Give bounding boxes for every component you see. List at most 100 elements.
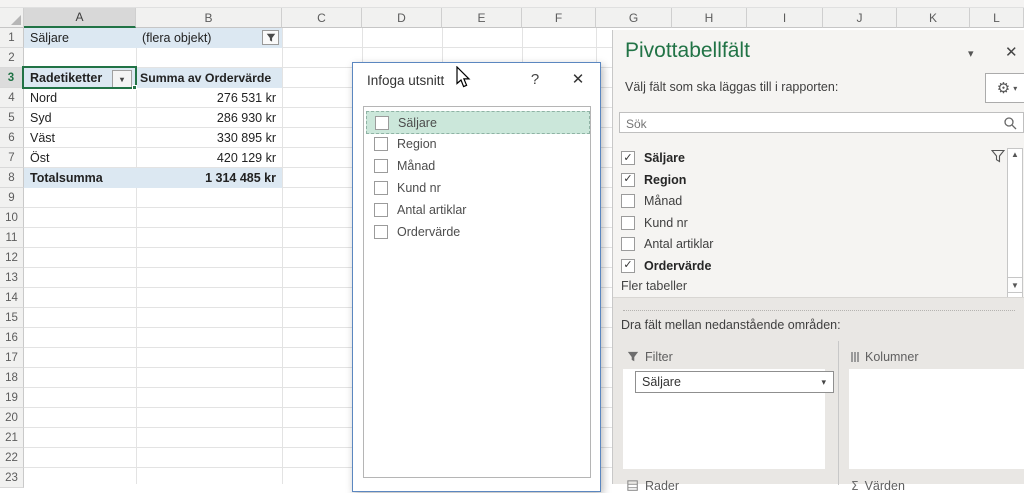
- pivot-row-label[interactable]: Nord: [24, 88, 136, 108]
- pivot-row-label[interactable]: Syd: [24, 108, 136, 128]
- column-header-b[interactable]: B: [136, 8, 282, 28]
- chevron-down-icon[interactable]: ▾: [968, 47, 974, 60]
- column-header-c[interactable]: C: [282, 8, 362, 28]
- pivot-row-label[interactable]: Öst: [24, 148, 136, 168]
- more-tables-link[interactable]: Fler tabeller: [621, 279, 687, 293]
- areas-section: Dra fält mellan nedanstående områden: Fi…: [613, 297, 1024, 484]
- row-header-4[interactable]: 4: [0, 88, 24, 108]
- row-header-9[interactable]: 9: [0, 188, 24, 208]
- column-header-d[interactable]: D: [362, 8, 442, 28]
- gridline: [282, 28, 283, 484]
- field-ordervärde[interactable]: ✓Ordervärde: [621, 256, 981, 276]
- checkbox-checked[interactable]: ✓: [621, 151, 635, 165]
- row-header-6[interactable]: 6: [0, 128, 24, 148]
- pivottable-fields-pane: Pivottabellfält ▾ ✕ Välj fält som ska lä…: [612, 30, 1024, 484]
- cell-b3-value-header[interactable]: Summa av Ordervärde: [136, 68, 282, 88]
- row-header-7[interactable]: 7: [0, 148, 24, 168]
- field-antal-artiklar[interactable]: Antal artiklar: [621, 234, 981, 254]
- slicer-field-kund-nr[interactable]: Kund nr: [366, 177, 588, 198]
- checkbox-unchecked[interactable]: [621, 237, 635, 251]
- column-header-i[interactable]: I: [747, 8, 823, 28]
- mouse-cursor: [455, 66, 473, 90]
- scroll-down-icon[interactable]: ▼: [1007, 277, 1023, 293]
- column-header-j[interactable]: J: [823, 8, 897, 28]
- checkbox-unchecked[interactable]: [374, 159, 388, 173]
- row-header-19[interactable]: 19: [0, 388, 24, 408]
- tools-button[interactable]: ⚙ ▾: [985, 73, 1024, 103]
- cell-a8-total-label[interactable]: Totalsumma: [24, 168, 136, 188]
- column-header-h[interactable]: H: [672, 8, 747, 28]
- close-icon[interactable]: ✕: [1005, 43, 1018, 61]
- row-header-14[interactable]: 14: [0, 288, 24, 308]
- row-header-2[interactable]: 2: [0, 48, 24, 68]
- checkbox-checked[interactable]: ✓: [621, 259, 635, 273]
- column-header-g[interactable]: G: [596, 8, 672, 28]
- checkbox-checked[interactable]: ✓: [621, 173, 635, 187]
- slicer-field-månad[interactable]: Månad: [366, 155, 588, 176]
- column-header-e[interactable]: E: [442, 8, 522, 28]
- help-button[interactable]: ?: [525, 71, 545, 88]
- cell-a1-filter-field[interactable]: Säljare: [24, 28, 136, 48]
- pivot-row-value[interactable]: 276 531 kr: [136, 88, 282, 108]
- row-header-22[interactable]: 22: [0, 448, 24, 468]
- checkbox-unchecked[interactable]: [621, 194, 635, 208]
- row-header-5[interactable]: 5: [0, 108, 24, 128]
- filter-area-dropzone[interactable]: Säljare ▾: [623, 369, 825, 469]
- search-input[interactable]: [624, 114, 998, 133]
- column-header-a[interactable]: A: [24, 8, 136, 28]
- checkbox-unchecked[interactable]: [374, 203, 388, 217]
- slicer-field-label: Månad: [397, 159, 435, 173]
- column-header-f[interactable]: F: [522, 8, 596, 28]
- chevron-down-icon: ▾: [1013, 84, 1017, 93]
- select-all-corner[interactable]: [0, 8, 24, 28]
- row-header-13[interactable]: 13: [0, 268, 24, 288]
- slicer-field-säljare[interactable]: Säljare: [366, 111, 590, 134]
- row-header-18[interactable]: 18: [0, 368, 24, 388]
- dotted-separator[interactable]: [623, 310, 1015, 311]
- pivot-row-value[interactable]: 330 895 kr: [136, 128, 282, 148]
- row-header-12[interactable]: 12: [0, 248, 24, 268]
- pivot-row-label[interactable]: Väst: [24, 128, 136, 148]
- cell-b1-filter-value[interactable]: (flera objekt): [136, 28, 282, 48]
- row-header-16[interactable]: 16: [0, 328, 24, 348]
- column-header-k[interactable]: K: [897, 8, 970, 28]
- row-header-15[interactable]: 15: [0, 308, 24, 328]
- scroll-up-icon[interactable]: ▲: [1009, 150, 1021, 159]
- row-header-8[interactable]: 8: [0, 168, 24, 188]
- row-header-21[interactable]: 21: [0, 428, 24, 448]
- cell-b8-total-value[interactable]: 1 314 485 kr: [136, 168, 282, 188]
- checkbox-unchecked[interactable]: [375, 116, 389, 130]
- slicer-field-region[interactable]: Region: [366, 133, 588, 154]
- slicer-field-antal-artiklar[interactable]: Antal artiklar: [366, 199, 588, 220]
- rows-area-label: Rader: [627, 479, 679, 493]
- pivot-row-value[interactable]: 286 930 kr: [136, 108, 282, 128]
- columns-area-dropzone[interactable]: [849, 369, 1024, 469]
- search-icon: [1003, 116, 1017, 130]
- field-kund-nr[interactable]: Kund nr: [621, 213, 981, 233]
- fill-handle[interactable]: [132, 85, 137, 90]
- row-header-17[interactable]: 17: [0, 348, 24, 368]
- field-filter-funnel-icon[interactable]: [991, 149, 1005, 163]
- close-icon[interactable]: ✕: [567, 70, 589, 88]
- checkbox-unchecked[interactable]: [621, 216, 635, 230]
- row-header-11[interactable]: 11: [0, 228, 24, 248]
- checkbox-unchecked[interactable]: [374, 181, 388, 195]
- field-månad[interactable]: Månad: [621, 191, 981, 211]
- column-header-l[interactable]: L: [970, 8, 1024, 28]
- field-region[interactable]: ✓Region: [621, 170, 981, 190]
- row-header-23[interactable]: 23: [0, 468, 24, 488]
- row-header-3[interactable]: 3: [0, 68, 24, 88]
- slicer-field-label: Ordervärde: [397, 225, 460, 239]
- chevron-down-icon[interactable]: ▾: [821, 377, 826, 388]
- checkbox-unchecked[interactable]: [374, 137, 388, 151]
- row-header-10[interactable]: 10: [0, 208, 24, 228]
- ribbon-bottom-strip: [0, 0, 1024, 8]
- row-header-20[interactable]: 20: [0, 408, 24, 428]
- slicer-field-ordervärde[interactable]: Ordervärde: [366, 221, 588, 242]
- row-header-1[interactable]: 1: [0, 28, 24, 48]
- filter-area-field-chip[interactable]: Säljare ▾: [635, 371, 834, 393]
- pivot-filter-button[interactable]: [262, 30, 279, 45]
- checkbox-unchecked[interactable]: [374, 225, 388, 239]
- pivot-row-value[interactable]: 420 129 kr: [136, 148, 282, 168]
- field-säljare[interactable]: ✓Säljare: [621, 148, 981, 168]
